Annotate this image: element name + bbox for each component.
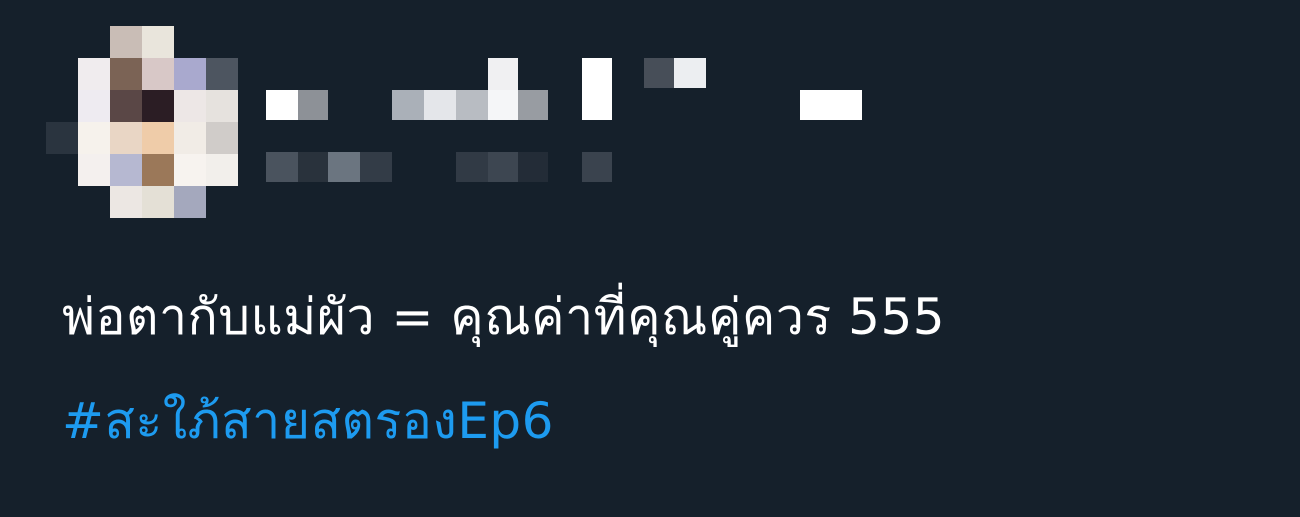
handle-pixel [328, 152, 360, 182]
avatar-pixel [110, 122, 142, 154]
avatar-pixel [110, 26, 142, 58]
name-pixel [518, 90, 548, 120]
handle-pixel [518, 152, 548, 182]
avatar-pixel [110, 58, 142, 90]
avatar-pixel [78, 90, 110, 122]
handle-pixel [456, 152, 488, 182]
avatar-pixel [78, 154, 110, 186]
handle-pixel [266, 152, 298, 182]
name-pixel [392, 90, 424, 120]
avatar-pixel [110, 186, 142, 218]
handle-pixel [582, 152, 612, 182]
handle-pixel [360, 152, 392, 182]
avatar-pixel [174, 58, 206, 90]
name-pixel [644, 58, 674, 88]
name-pixel [674, 58, 706, 88]
avatar-pixel [110, 90, 142, 122]
avatar-pixel [206, 122, 238, 154]
avatar-pixel [142, 90, 174, 122]
avatar-pixel [110, 154, 142, 186]
tweet-text: พ่อตากับแม่ผัว = คุณค่าที่คุณคู่ควร 555 [62, 288, 946, 346]
name-pixel [800, 90, 862, 120]
author-name-pixelated[interactable] [266, 56, 866, 186]
avatar-pixel [206, 154, 238, 186]
avatar-pixel [174, 122, 206, 154]
avatar-pixel [174, 90, 206, 122]
avatar-pixel [142, 58, 174, 90]
avatar-pixel [78, 58, 110, 90]
name-pixel [298, 90, 328, 120]
avatar-pixel [174, 186, 206, 218]
avatar-pixel [142, 186, 174, 218]
avatar[interactable] [46, 26, 238, 218]
handle-pixel [298, 152, 328, 182]
name-pixel [456, 90, 488, 120]
name-pixel [488, 58, 518, 90]
name-pixel [488, 90, 518, 120]
handle-pixel [488, 152, 518, 182]
avatar-pixel [46, 122, 78, 154]
avatar-pixel [78, 122, 110, 154]
hashtag-link[interactable]: #สะใภ้สายสตรองEp6 [62, 386, 554, 456]
name-pixel [582, 58, 612, 120]
avatar-pixel [206, 90, 238, 122]
avatar-pixel [142, 122, 174, 154]
avatar-pixel [206, 58, 238, 90]
tweet: พ่อตากับแม่ผัว = คุณค่าที่คุณคู่ควร 555 … [0, 0, 1300, 517]
name-pixel [266, 90, 298, 120]
avatar-pixel [142, 26, 174, 58]
avatar-pixel [142, 154, 174, 186]
name-pixel [424, 90, 456, 120]
avatar-pixel [174, 154, 206, 186]
